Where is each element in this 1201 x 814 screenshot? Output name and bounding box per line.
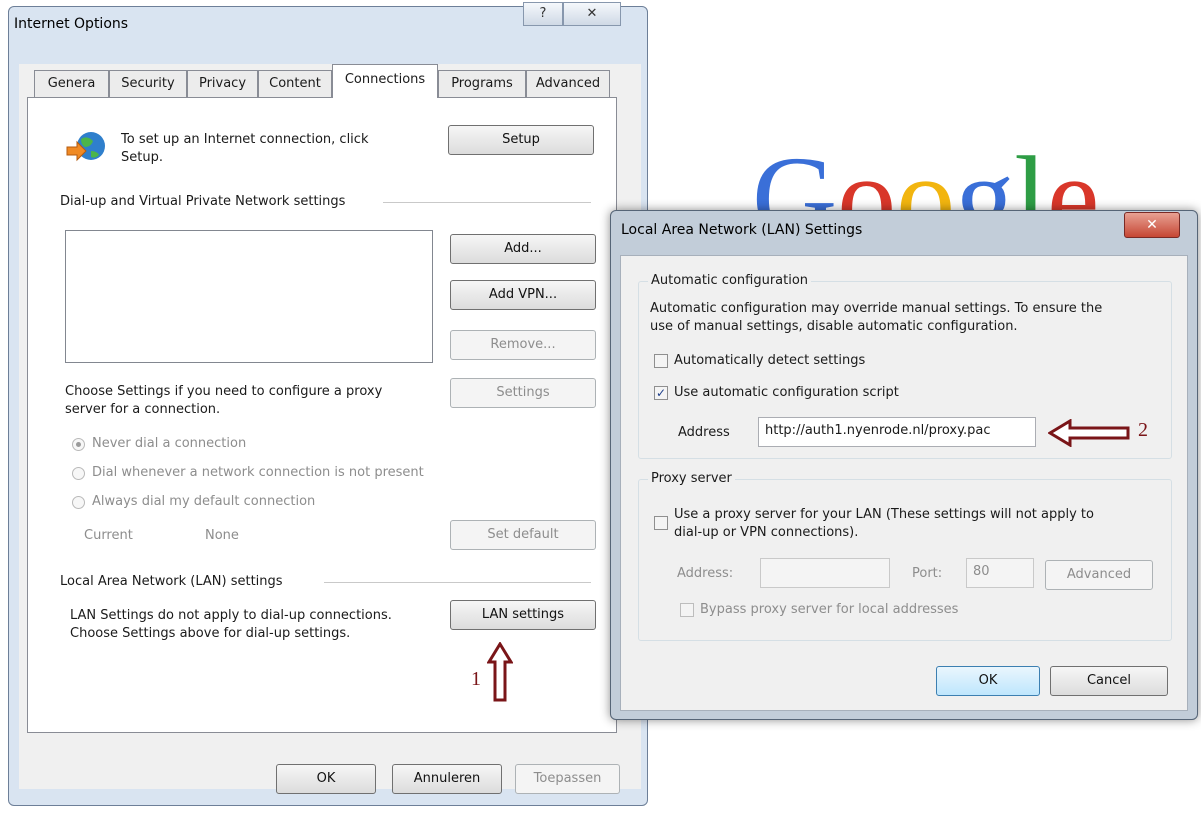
tab-privacy[interactable]: Privacy xyxy=(187,70,258,98)
tab-security[interactable]: Security xyxy=(109,70,187,98)
bypass-label: Bypass proxy server for local addresses xyxy=(700,602,959,617)
radio-always-dial[interactable] xyxy=(72,496,85,509)
lan-separator xyxy=(324,582,591,583)
help-button[interactable]: ? xyxy=(523,2,563,26)
use-proxy-label-line1: Use a proxy server for your LAN (These s… xyxy=(674,507,1094,522)
proxy-description-line1: Choose Settings if you need to configure… xyxy=(65,384,383,399)
apply-button[interactable]: Toepassen xyxy=(515,764,620,794)
up-arrow-icon xyxy=(486,641,514,706)
auto-detect-label: Automatically detect settings xyxy=(674,353,866,368)
radio-dial-whenever[interactable] xyxy=(72,467,85,480)
current-value: None xyxy=(205,528,239,543)
auto-config-description-line2: use of manual settings, disable automati… xyxy=(650,319,1018,334)
add-vpn-button[interactable]: Add VPN... xyxy=(450,280,596,310)
tab-advanced[interactable]: Advanced xyxy=(526,70,610,98)
tab-programs[interactable]: Programs xyxy=(438,70,526,98)
setup-description-line2: Setup. xyxy=(121,150,163,165)
set-default-button[interactable]: Set default xyxy=(450,520,596,550)
lan-close-button[interactable]: ✕ xyxy=(1124,212,1180,238)
script-address-input[interactable]: http://auth1.nyenrode.nl/proxy.pac xyxy=(758,417,1036,447)
left-arrow-icon xyxy=(1047,418,1130,451)
annotation-marker-2: 2 xyxy=(1138,419,1148,441)
lan-dialog-title: Local Area Network (LAN) Settings xyxy=(621,222,863,238)
lan-description-line1: LAN Settings do not apply to dial-up con… xyxy=(70,608,392,623)
proxy-description-line2: server for a connection. xyxy=(65,402,221,417)
ok-button[interactable]: OK xyxy=(276,764,376,794)
radio-never-dial[interactable] xyxy=(72,438,85,451)
proxy-address-input[interactable] xyxy=(760,558,890,588)
bypass-checkbox[interactable] xyxy=(680,603,694,617)
advanced-button[interactable]: Advanced xyxy=(1045,560,1153,590)
auto-config-group-label: Automatic configuration xyxy=(648,273,812,289)
port-label: Port: xyxy=(912,566,943,581)
radio-dial-whenever-label: Dial whenever a network connection is no… xyxy=(92,465,424,480)
auto-config-description-line1: Automatic configuration may override man… xyxy=(650,301,1103,316)
current-label: Current xyxy=(84,528,133,543)
vpn-section-heading: Dial-up and Virtual Private Network sett… xyxy=(60,194,346,209)
help-icon: ? xyxy=(539,6,547,21)
use-proxy-checkbox[interactable] xyxy=(654,516,668,530)
port-input[interactable]: 80 xyxy=(966,558,1034,588)
auto-detect-checkbox[interactable] xyxy=(654,354,668,368)
close-icon: ✕ xyxy=(1146,217,1158,233)
lan-description-line2: Choose Settings above for dial-up settin… xyxy=(70,626,351,641)
use-script-checkbox[interactable]: ✓ xyxy=(654,386,668,400)
annotation-marker-1: 1 xyxy=(471,668,481,690)
use-proxy-label-line2: dial-up or VPN connections). xyxy=(674,525,859,540)
globe-icon xyxy=(65,127,109,171)
close-button[interactable]: ✕ xyxy=(563,2,621,26)
use-script-label: Use automatic configuration script xyxy=(674,385,899,400)
proxy-server-group-label: Proxy server xyxy=(648,471,735,487)
proxy-address-label: Address: xyxy=(677,566,734,581)
tab-general[interactable]: Genera xyxy=(34,70,109,98)
lan-cancel-button[interactable]: Cancel xyxy=(1050,666,1168,696)
script-address-label: Address xyxy=(678,425,730,440)
lan-ok-button[interactable]: OK xyxy=(936,666,1040,696)
radio-always-dial-label: Always dial my default connection xyxy=(92,494,316,509)
lan-section-heading: Local Area Network (LAN) settings xyxy=(60,574,283,589)
setup-description-line1: To set up an Internet connection, click xyxy=(121,132,369,147)
tab-connections[interactable]: Connections xyxy=(332,64,438,98)
radio-never-dial-label: Never dial a connection xyxy=(92,436,247,451)
tab-content[interactable]: Content xyxy=(258,70,332,98)
add-button[interactable]: Add... xyxy=(450,234,596,264)
vpn-separator xyxy=(383,202,591,203)
setup-button[interactable]: Setup xyxy=(448,125,594,155)
cancel-button[interactable]: Annuleren xyxy=(392,764,502,794)
connections-list[interactable] xyxy=(65,230,433,363)
close-icon: ✕ xyxy=(586,6,598,21)
remove-button[interactable]: Remove... xyxy=(450,330,596,360)
lan-settings-button[interactable]: LAN settings xyxy=(450,600,596,630)
settings-button[interactable]: Settings xyxy=(450,378,596,408)
window-title: Internet Options xyxy=(14,16,129,32)
